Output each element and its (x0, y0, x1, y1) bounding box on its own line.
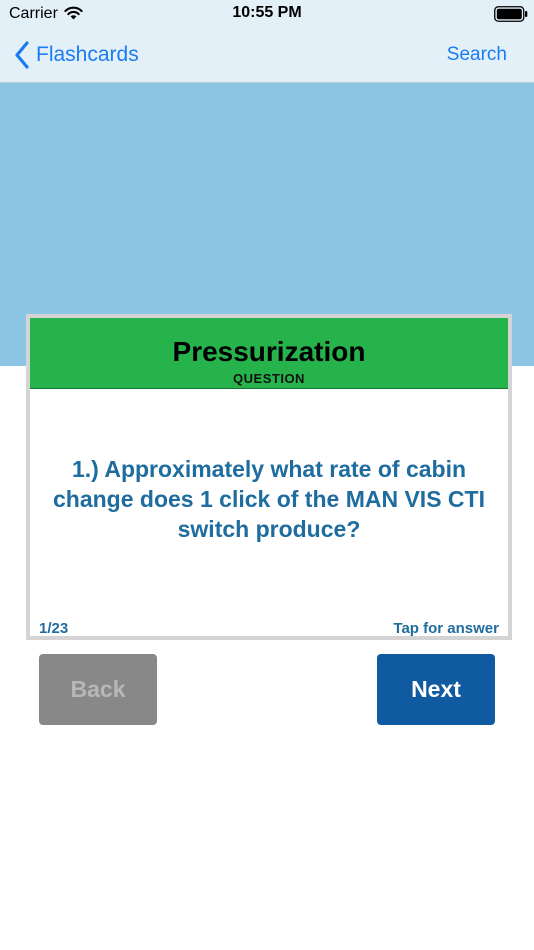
back-to-flashcards-button[interactable]: Flashcards (14, 39, 139, 71)
card-kind-label: QUESTION (233, 371, 305, 386)
navigation-bar: Flashcards Search (0, 30, 534, 83)
card-counter: 1/23 (39, 620, 69, 637)
battery-icon (494, 6, 528, 22)
flashcard[interactable]: Pressurization QUESTION 1.) Approximatel… (26, 314, 512, 640)
card-title: Pressurization (172, 336, 366, 367)
card-header: Pressurization QUESTION (30, 318, 508, 389)
back-button[interactable]: Back (39, 654, 157, 725)
back-nav-label: Flashcards (36, 43, 139, 66)
card-question-text: 1.) Approximately what rate of cabin cha… (53, 456, 485, 542)
search-button[interactable]: Search (447, 44, 507, 66)
chevron-left-icon (15, 41, 29, 69)
tap-for-answer-hint: Tap for answer (393, 620, 499, 637)
status-bar: Carrier 10:55 PM (0, 0, 534, 30)
next-button[interactable]: Next (377, 654, 495, 725)
status-time: 10:55 PM (232, 4, 302, 21)
